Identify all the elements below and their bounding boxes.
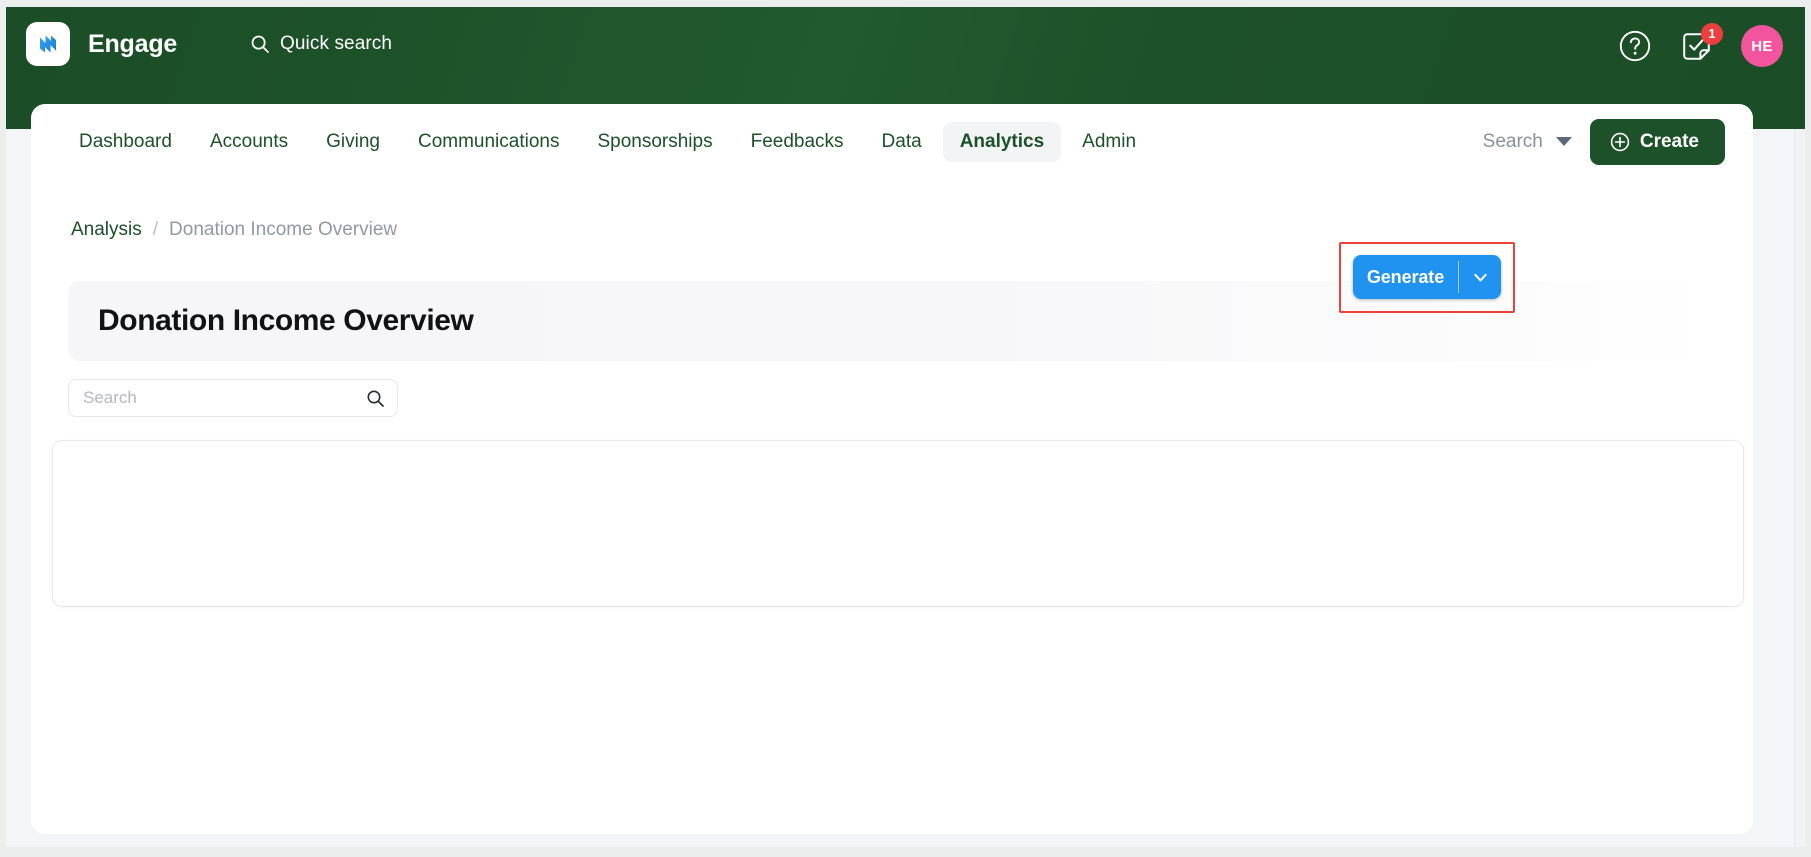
- screenshot-frame: Engage Quick search 1 HE Dashboard Accou…: [0, 0, 1811, 857]
- task-badge-count: 1: [1701, 22, 1723, 45]
- create-button-label: Create: [1639, 130, 1699, 152]
- search-icon[interactable]: [366, 389, 385, 408]
- nav-item-admin[interactable]: Admin: [1065, 122, 1153, 162]
- create-button[interactable]: Create: [1589, 118, 1725, 165]
- nav-item-sponsorships[interactable]: Sponsorships: [580, 122, 729, 162]
- generate-split-button[interactable]: Generate: [1353, 255, 1501, 299]
- avatar[interactable]: HE: [1741, 25, 1783, 67]
- app-viewport: Engage Quick search 1 HE Dashboard Accou…: [6, 7, 1805, 847]
- nav-items: Dashboard Accounts Giving Communications…: [62, 104, 1153, 179]
- results-card: [53, 441, 1743, 606]
- breadcrumb-separator: /: [152, 219, 159, 240]
- nav-search-dropdown[interactable]: Search: [1479, 125, 1576, 159]
- help-circle-icon[interactable]: [1618, 29, 1652, 63]
- main-navigation: Dashboard Accounts Giving Communications…: [31, 104, 1753, 179]
- search-icon: [250, 34, 270, 54]
- nav-right-actions: Search Create: [1479, 104, 1725, 179]
- engage-logo-icon[interactable]: [26, 22, 70, 66]
- plus-circle-icon: [1610, 132, 1630, 152]
- nav-search-label: Search: [1482, 130, 1543, 152]
- breadcrumb-parent-link[interactable]: Analysis: [71, 219, 142, 241]
- chevron-down-icon: [1471, 268, 1490, 287]
- search-input[interactable]: [83, 388, 366, 408]
- generate-button-label: Generate: [1366, 266, 1445, 287]
- content-panel: Analysis / Donation Income Overview Dona…: [31, 179, 1753, 834]
- quick-search-button[interactable]: Quick search: [250, 33, 392, 55]
- breadcrumb: Analysis / Donation Income Overview: [71, 219, 397, 241]
- brand-name: Engage: [88, 30, 178, 58]
- search-field[interactable]: [68, 379, 398, 417]
- page-scrollbar[interactable]: [1794, 129, 1805, 847]
- nav-item-communications[interactable]: Communications: [401, 122, 577, 162]
- nav-item-feedbacks[interactable]: Feedbacks: [734, 122, 861, 162]
- nav-item-giving[interactable]: Giving: [309, 122, 397, 162]
- page-title: Donation Income Overview: [98, 304, 474, 337]
- nav-item-accounts[interactable]: Accounts: [193, 122, 305, 162]
- generate-dropdown-toggle[interactable]: [1459, 255, 1501, 299]
- chevron-down-icon: [1555, 137, 1572, 146]
- header-actions: 1 HE: [1618, 22, 1783, 67]
- nav-item-analytics[interactable]: Analytics: [942, 121, 1062, 162]
- nav-item-data[interactable]: Data: [865, 122, 939, 162]
- quick-search-label: Quick search: [280, 33, 393, 54]
- task-checkbox-icon[interactable]: 1: [1680, 22, 1723, 63]
- breadcrumb-current: Donation Income Overview: [169, 219, 398, 240]
- nav-item-dashboard[interactable]: Dashboard: [62, 122, 189, 162]
